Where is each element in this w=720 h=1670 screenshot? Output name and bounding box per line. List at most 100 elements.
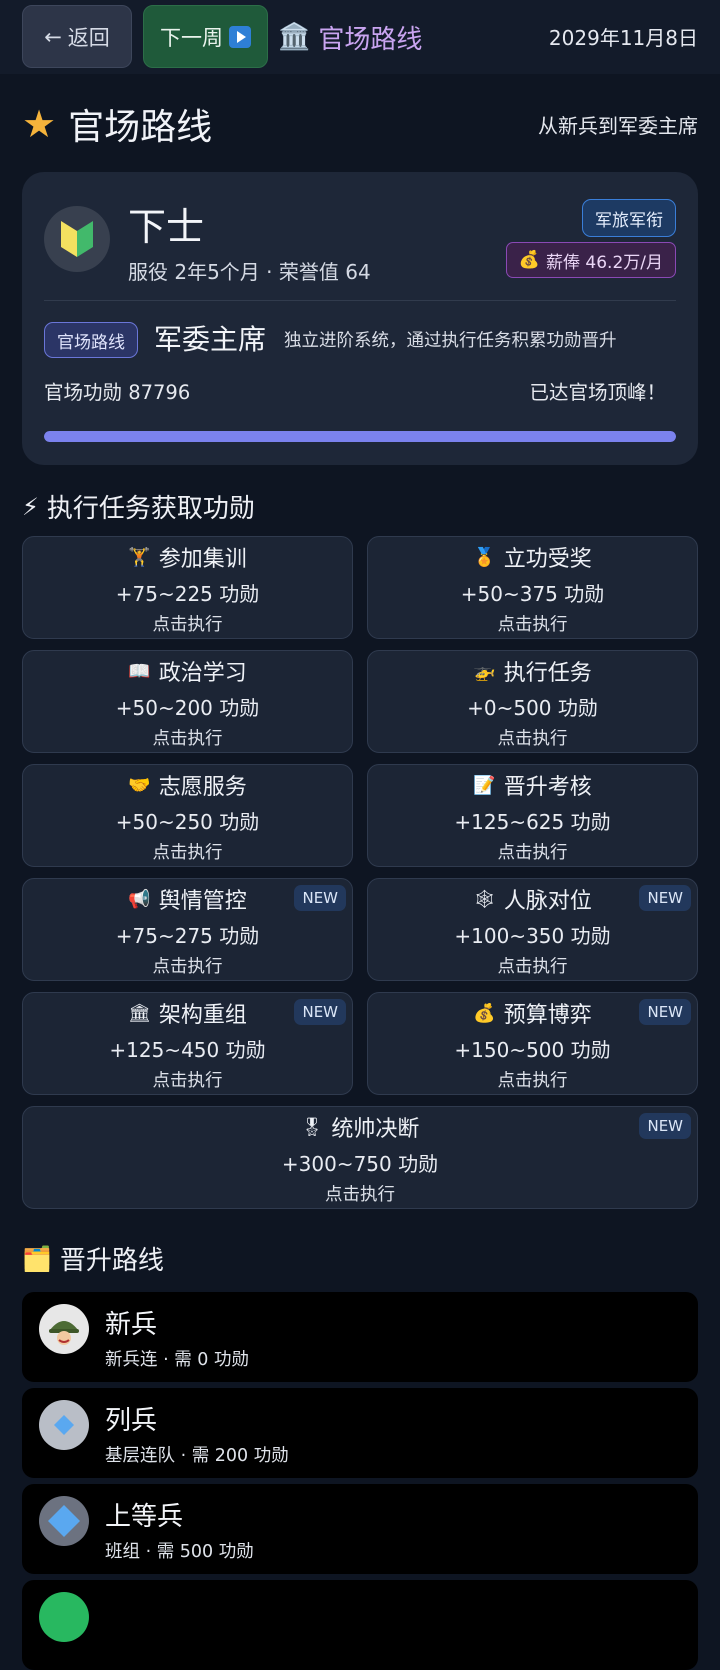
task-card[interactable]: 🏋 参加集训 +75~225 功勋 点击执行 xyxy=(22,536,353,639)
rank-meta: 班组 · 需 500 功勋 xyxy=(105,1538,254,1563)
task-reward: +125~450 功勋 xyxy=(109,1038,266,1062)
task-card[interactable]: 🎖 统帅决断 +300~750 功勋 点击执行 NEW xyxy=(22,1106,698,1209)
rank-unit: 基层连队 xyxy=(105,1446,175,1466)
task-icon: 🎖 xyxy=(300,1116,324,1138)
rank-requirement: 需 0 功勋 xyxy=(174,1350,249,1370)
task-icon: 🕸 xyxy=(473,888,496,910)
soldier-helmet-icon xyxy=(39,1304,89,1354)
rank-row[interactable] xyxy=(22,1580,698,1670)
meta-separator: · xyxy=(266,260,279,284)
rank-unit: 班组 xyxy=(105,1542,140,1562)
task-action: 点击执行 xyxy=(152,615,223,635)
task-card[interactable]: 💰 预算博弈 +150~500 功勋点击执行 NEW xyxy=(367,992,698,1095)
task-name: 立功受奖 xyxy=(503,547,592,572)
task-card[interactable]: 🚁 执行任务 +0~500 功勋 点击执行 xyxy=(367,650,698,753)
task-action: 点击执行 xyxy=(152,729,223,749)
task-action: 点击执行 xyxy=(325,1185,395,1205)
task-name: 志愿服务 xyxy=(158,775,247,800)
task-card[interactable]: 📖 政治学习 +50~200 功勋点击执行 xyxy=(22,650,353,753)
task-icon: 📝 xyxy=(473,774,496,796)
play-icon xyxy=(229,25,251,48)
page-subtitle: 从新兵到军委主席 xyxy=(538,113,698,138)
rank-emblem-icon xyxy=(44,206,110,272)
new-badge: NEW xyxy=(639,1113,691,1139)
rank-name: 列兵 xyxy=(105,1406,158,1436)
small-diamond-icon xyxy=(39,1400,89,1450)
rank-row[interactable]: 列兵基层连队 · 需 200 功勋 xyxy=(22,1388,698,1478)
route-status: 已达官场顶峰！ xyxy=(529,381,666,404)
task-card[interactable]: 🏅 立功受奖 +50~375 功勋 点击执行 xyxy=(367,536,698,639)
back-button-label: 返回 xyxy=(67,25,110,50)
rank-meta: 服役 2年5个月 · 荣誉值 64 xyxy=(128,256,371,285)
task-title: 🎖 统帅决断 xyxy=(23,1111,697,1143)
new-badge: NEW xyxy=(639,999,691,1025)
next-week-label: 下一周 xyxy=(160,25,223,50)
back-button[interactable]: ← 返回 xyxy=(22,5,132,68)
task-reward: +50~375 功勋 xyxy=(460,582,605,606)
task-reward: +50~200 功勋 xyxy=(115,696,260,720)
meta-separator: · xyxy=(157,1350,175,1370)
honor-value: 荣誉值 64 xyxy=(278,260,371,284)
new-badge: NEW xyxy=(639,885,691,911)
rank-row[interactable]: 新兵新兵连 · 需 0 功勋 xyxy=(22,1292,698,1382)
meta-separator: · xyxy=(175,1446,192,1466)
service-time: 服役 2年5个月 xyxy=(128,260,260,284)
rank-requirement: 需 500 功勋 xyxy=(156,1542,254,1562)
rank-row[interactable]: 上等兵班组 · 需 500 功勋 xyxy=(22,1484,698,1574)
task-name: 统帅决断 xyxy=(331,1117,420,1142)
task-reward: +100~350 功勋 xyxy=(454,924,611,948)
task-action: 点击执行 xyxy=(497,1071,568,1091)
next-week-button[interactable]: 下一周 xyxy=(143,5,268,68)
task-name: 预算博弈 xyxy=(503,1003,592,1028)
merit-progress-bar xyxy=(44,431,676,442)
task-card[interactable]: 🏛 架构重组 +125~450 功勋 点击执行 NEW xyxy=(22,992,353,1095)
task-name: 人脉对位 xyxy=(503,889,592,914)
task-name: 参加集训 xyxy=(158,547,247,572)
task-action: 点击执行 xyxy=(152,1071,223,1091)
folder-icon: 🗂️ xyxy=(22,1244,52,1273)
task-reward: +150~500 功勋 xyxy=(454,1038,611,1062)
rank-meta: 新兵连 · 需 0 功勋 xyxy=(105,1346,249,1371)
task-icon: 🚁 xyxy=(473,660,496,682)
task-reward: +75~225 功勋 xyxy=(115,582,260,606)
task-icon: 💰 xyxy=(473,1002,496,1024)
task-card[interactable]: 📢 舆情管控 +75~275 功勋 点击执行 NEW xyxy=(22,878,353,981)
task-title: 📝 晋升考核 xyxy=(368,769,697,801)
meta-separator: · xyxy=(140,1542,157,1562)
rank-requirement: 需 200 功勋 xyxy=(191,1446,289,1466)
new-badge: NEW xyxy=(294,885,346,911)
star-icon: ★ xyxy=(22,102,57,146)
task-reward: +0~500 功勋 xyxy=(467,696,598,720)
top-bar: ← 返回 下一周 🏛️ 官场路线 2029年11月8日 xyxy=(0,0,720,74)
task-action: 点击执行 xyxy=(152,957,223,977)
rank-name: 上等兵 xyxy=(105,1502,184,1532)
arrow-left-icon: ← xyxy=(44,24,62,49)
classical-building-icon: 🏛️ xyxy=(278,22,311,52)
rank-meta: 基层连队 · 需 200 功勋 xyxy=(105,1442,289,1467)
task-icon: 📢 xyxy=(128,888,151,910)
salary-label: 薪俸 46.2万/月 xyxy=(546,252,663,273)
current-rank: 下士 xyxy=(128,205,205,249)
page-header: ★ 官场路线 从新兵到军委主席 xyxy=(22,98,698,150)
task-reward: +75~275 功勋 xyxy=(115,924,260,948)
top-title: 🏛️ 官场路线 xyxy=(278,17,422,57)
task-icon: 🏅 xyxy=(473,546,496,568)
task-title: 🏅 立功受奖 xyxy=(368,541,697,573)
task-icon: 📖 xyxy=(128,660,151,682)
task-action: 点击执行 xyxy=(497,843,568,863)
tasks-section-label: 执行任务获取功勋 xyxy=(46,494,255,524)
task-title: 🤝 志愿服务 xyxy=(23,769,352,801)
merit-progress-fill xyxy=(44,431,676,442)
ranks-section-label: 晋升路线 xyxy=(59,1246,164,1276)
route-top-rank: 军委主席 xyxy=(154,323,267,356)
top-title-label: 官场路线 xyxy=(318,24,423,55)
task-name: 架构重组 xyxy=(158,1003,247,1028)
task-card[interactable]: 🕸 人脉对位 +100~350 功勋 点击执行 NEW xyxy=(367,878,698,981)
task-name: 政治学习 xyxy=(158,661,247,686)
task-card[interactable]: 📝 晋升考核 +125~625 功勋点击执行 xyxy=(367,764,698,867)
task-card[interactable]: 🤝 志愿服务 +50~250 功勋 点击执行 xyxy=(22,764,353,867)
merit-total: 官场功勋 87796 xyxy=(44,381,191,404)
task-reward: +125~625 功勋 xyxy=(454,810,611,834)
task-title: 📖 政治学习 xyxy=(23,655,352,687)
rank-name: 新兵 xyxy=(105,1310,158,1340)
